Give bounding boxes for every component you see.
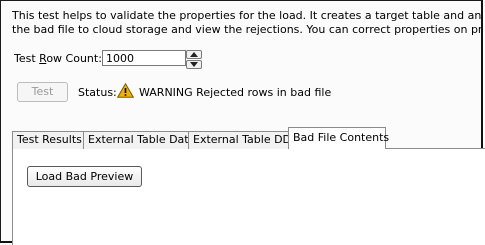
row-count-input[interactable]: 1000 [102, 50, 186, 66]
tab-bad-file-contents[interactable]: Bad File Contents [288, 127, 389, 149]
triangle-up-icon [190, 52, 198, 57]
description-line-1: This test helps to validate the properti… [12, 9, 482, 22]
load-bad-preview-button[interactable]: Load Bad Preview [27, 166, 142, 187]
tab-test-results[interactable]: Test Results [12, 131, 84, 149]
row-count-label-prefix: Test [14, 52, 40, 65]
tab-external-table-ddl[interactable]: External Table DDL [188, 131, 297, 149]
test-button[interactable]: Test [17, 82, 68, 102]
status-label: Status: [78, 86, 117, 99]
row-count-label: Test Row Count: [14, 52, 102, 65]
tab-panel-bad-file-contents [12, 148, 485, 245]
row-count-spinner [186, 50, 202, 69]
status-message: WARNING Rejected rows in bad file [139, 86, 332, 99]
warning-icon [117, 83, 134, 98]
description-line-2: the bad file to cloud storage and view t… [12, 23, 482, 36]
spinner-up-button[interactable] [186, 50, 202, 59]
triangle-down-icon [190, 62, 198, 67]
spinner-down-button[interactable] [186, 60, 202, 69]
tab-external-table-data[interactable]: External Table Data [83, 131, 195, 149]
row-count-label-suffix: ow Count: [46, 52, 102, 65]
description-text: This test helps to validate the properti… [12, 9, 482, 37]
